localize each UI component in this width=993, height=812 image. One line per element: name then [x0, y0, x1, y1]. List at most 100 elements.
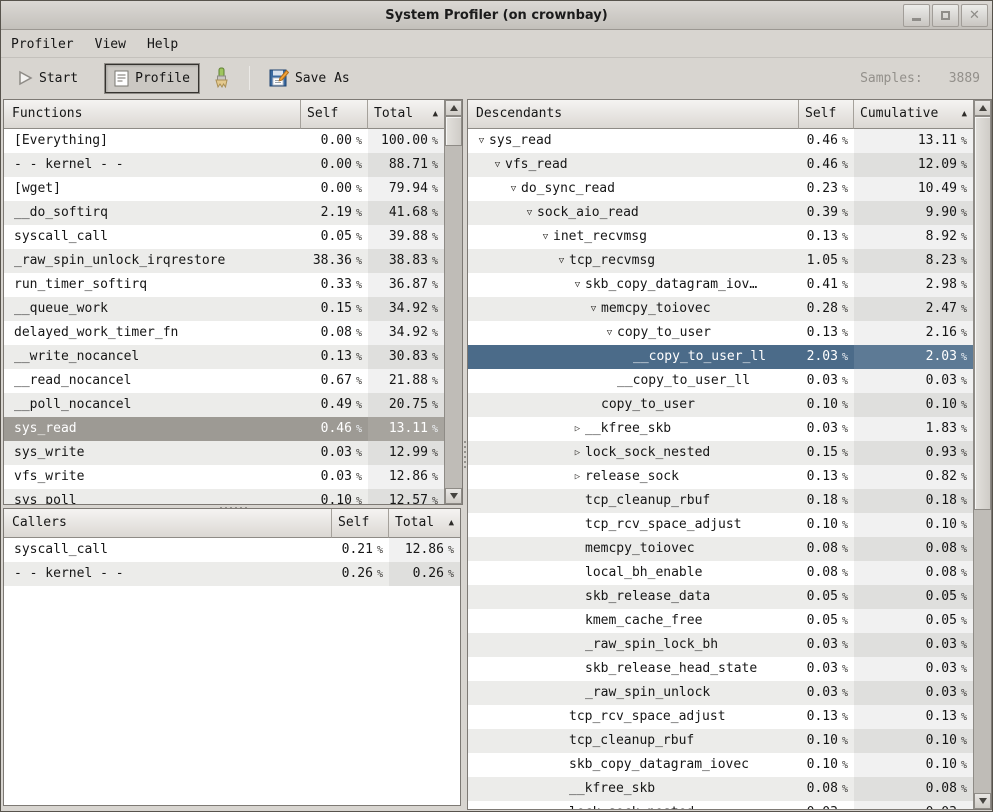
table-row[interactable]: syscall_call0.21%12.86%	[4, 538, 460, 562]
percent-value: 10.49%	[854, 177, 973, 201]
table-row[interactable]: vfs_write0.03%12.86%	[4, 465, 444, 489]
reset-button[interactable]	[203, 61, 239, 95]
scroll-down-button[interactable]	[974, 793, 991, 809]
table-row[interactable]: ▽skb_copy_datagram_iov…0.41%2.98%	[468, 273, 973, 297]
scroll-down-button[interactable]	[445, 488, 462, 504]
table-row[interactable]: __do_softirq2.19%41.68%	[4, 201, 444, 225]
table-row[interactable]: ▽do_sync_read0.23%10.49%	[468, 177, 973, 201]
table-row[interactable]: tcp_cleanup_rbuf0.18%0.18%	[468, 489, 973, 513]
table-row[interactable]: __poll_nocancel0.49%20.75%	[4, 393, 444, 417]
close-button[interactable]: ✕	[961, 4, 988, 27]
save-as-button[interactable]: Save As	[260, 62, 359, 94]
table-row[interactable]: ▷__kfree_skb0.03%1.83%	[468, 417, 973, 441]
table-row[interactable]: tcp_rcv_space_adjust0.13%0.13%	[468, 705, 973, 729]
table-row[interactable]: tcp_cleanup_rbuf0.10%0.10%	[468, 729, 973, 753]
callers-total-column-header[interactable]: Total ▲	[389, 509, 460, 538]
function-name: __copy_to_user_ll	[468, 345, 799, 369]
table-row[interactable]: ▷release_sock0.13%0.82%	[468, 465, 973, 489]
expander-closed-icon[interactable]: ▷	[570, 417, 585, 441]
table-row[interactable]: skb_release_data0.05%0.05%	[468, 585, 973, 609]
function-name: ▽inet_recvmsg	[468, 225, 799, 249]
scrollbar-thumb[interactable]	[445, 116, 462, 146]
menu-view[interactable]: View	[95, 34, 135, 55]
scrollbar-thumb[interactable]	[974, 116, 991, 510]
descendants-cumulative-column-header[interactable]: Cumulative ▲	[854, 100, 973, 129]
table-row[interactable]: tcp_rcv_space_adjust0.10%0.10%	[468, 513, 973, 537]
function-name: __read_nocancel	[4, 369, 301, 393]
functions-self-column-header[interactable]: Self	[301, 100, 368, 129]
table-row[interactable]: [Everything]0.00%100.00%	[4, 129, 444, 153]
table-row[interactable]: ▽sock_aio_read0.39%9.90%	[468, 201, 973, 225]
expander-open-icon[interactable]: ▽	[586, 297, 601, 321]
table-row[interactable]: ▽copy_to_user0.13%2.16%	[468, 321, 973, 345]
table-row[interactable]: ▽sys_read0.46%13.11%	[468, 129, 973, 153]
table-row[interactable]: ▽memcpy_toiovec0.28%2.47%	[468, 297, 973, 321]
maximize-button[interactable]	[932, 4, 959, 27]
expander-open-icon[interactable]: ▽	[570, 273, 585, 297]
table-row[interactable]: __copy_to_user_ll2.03%2.03%	[468, 345, 973, 369]
table-row[interactable]: [wget]0.00%79.94%	[4, 177, 444, 201]
descendants-self-column-header[interactable]: Self	[799, 100, 854, 129]
table-row[interactable]: __queue_work0.15%34.92%	[4, 297, 444, 321]
table-row[interactable]: __read_nocancel0.67%21.88%	[4, 369, 444, 393]
sort-ascending-icon: ▲	[433, 100, 438, 128]
expander-open-icon[interactable]: ▽	[490, 153, 505, 177]
table-row[interactable]: _raw_spin_unlock0.03%0.03%	[468, 681, 973, 705]
table-row[interactable]: copy_to_user0.10%0.10%	[468, 393, 973, 417]
scroll-up-button[interactable]	[445, 100, 462, 116]
table-row[interactable]: - - kernel - -0.26%0.26%	[4, 562, 460, 586]
functions-rows: [Everything]0.00%100.00%- - kernel - -0.…	[4, 129, 444, 504]
expander-open-icon[interactable]: ▽	[522, 201, 537, 225]
table-row[interactable]: kmem_cache_free0.05%0.05%	[468, 609, 973, 633]
callers-self-column-header[interactable]: Self	[332, 509, 389, 538]
table-row[interactable]: skb_release_head_state0.03%0.03%	[468, 657, 973, 681]
table-row[interactable]: _raw_spin_lock_bh0.03%0.03%	[468, 633, 973, 657]
start-button[interactable]: Start	[9, 64, 87, 92]
table-row[interactable]: lock_sock_nested0.03%0.03%	[468, 801, 973, 809]
table-row[interactable]: - - kernel - -0.00%88.71%	[4, 153, 444, 177]
expander-closed-icon[interactable]: ▷	[570, 465, 585, 489]
table-row[interactable]: delayed_work_timer_fn0.08%34.92%	[4, 321, 444, 345]
table-row[interactable]: __write_nocancel0.13%30.83%	[4, 345, 444, 369]
percent-value: 2.16%	[854, 321, 973, 345]
expander-closed-icon[interactable]: ▷	[570, 441, 585, 465]
table-row[interactable]: sys_read0.46%13.11%	[4, 417, 444, 441]
percent-value: 0.13%	[854, 705, 973, 729]
descendants-scrollbar[interactable]	[973, 100, 991, 809]
functions-column-header[interactable]: Functions	[4, 100, 301, 129]
menu-help[interactable]: Help	[147, 34, 187, 55]
table-row[interactable]: memcpy_toiovec0.08%0.08%	[468, 537, 973, 561]
menu-profiler[interactable]: Profiler	[11, 34, 83, 55]
percent-value: 12.99%	[368, 441, 444, 465]
profile-toggle-button[interactable]: Profile	[105, 64, 199, 93]
percent-value: 0.13%	[799, 705, 854, 729]
functions-scrollbar[interactable]	[444, 100, 462, 504]
table-row[interactable]: __copy_to_user_ll0.03%0.03%	[468, 369, 973, 393]
table-row[interactable]: syscall_call0.05%39.88%	[4, 225, 444, 249]
functions-total-column-header[interactable]: Total ▲	[368, 100, 444, 129]
minimize-button[interactable]	[903, 4, 930, 27]
table-row[interactable]: ▽tcp_recvmsg1.05%8.23%	[468, 249, 973, 273]
table-row[interactable]: __kfree_skb0.08%0.08%	[468, 777, 973, 801]
table-row[interactable]: run_timer_softirq0.33%36.87%	[4, 273, 444, 297]
table-row[interactable]: skb_copy_datagram_iovec0.10%0.10%	[468, 753, 973, 777]
percent-value: 0.00%	[301, 129, 368, 153]
table-row[interactable]: _raw_spin_unlock_irqrestore38.36%38.83%	[4, 249, 444, 273]
titlebar[interactable]: System Profiler (on crownbay) ✕	[1, 1, 992, 30]
percent-value: 30.83%	[368, 345, 444, 369]
callers-column-header[interactable]: Callers	[4, 509, 332, 538]
table-row[interactable]: ▽inet_recvmsg0.13%8.92%	[468, 225, 973, 249]
scroll-up-button[interactable]	[974, 100, 991, 116]
table-row[interactable]: local_bh_enable0.08%0.08%	[468, 561, 973, 585]
descendants-column-header[interactable]: Descendants	[468, 100, 799, 129]
table-row[interactable]: ▷lock_sock_nested0.15%0.93%	[468, 441, 973, 465]
expander-open-icon[interactable]: ▽	[506, 177, 521, 201]
table-row[interactable]: sys_poll0.10%12.57%	[4, 489, 444, 504]
expander-open-icon[interactable]: ▽	[538, 225, 553, 249]
function-name: ▽skb_copy_datagram_iov…	[468, 273, 799, 297]
expander-open-icon[interactable]: ▽	[554, 249, 569, 273]
expander-open-icon[interactable]: ▽	[602, 321, 617, 345]
table-row[interactable]: sys_write0.03%12.99%	[4, 441, 444, 465]
expander-open-icon[interactable]: ▽	[474, 129, 489, 153]
table-row[interactable]: ▽vfs_read0.46%12.09%	[468, 153, 973, 177]
